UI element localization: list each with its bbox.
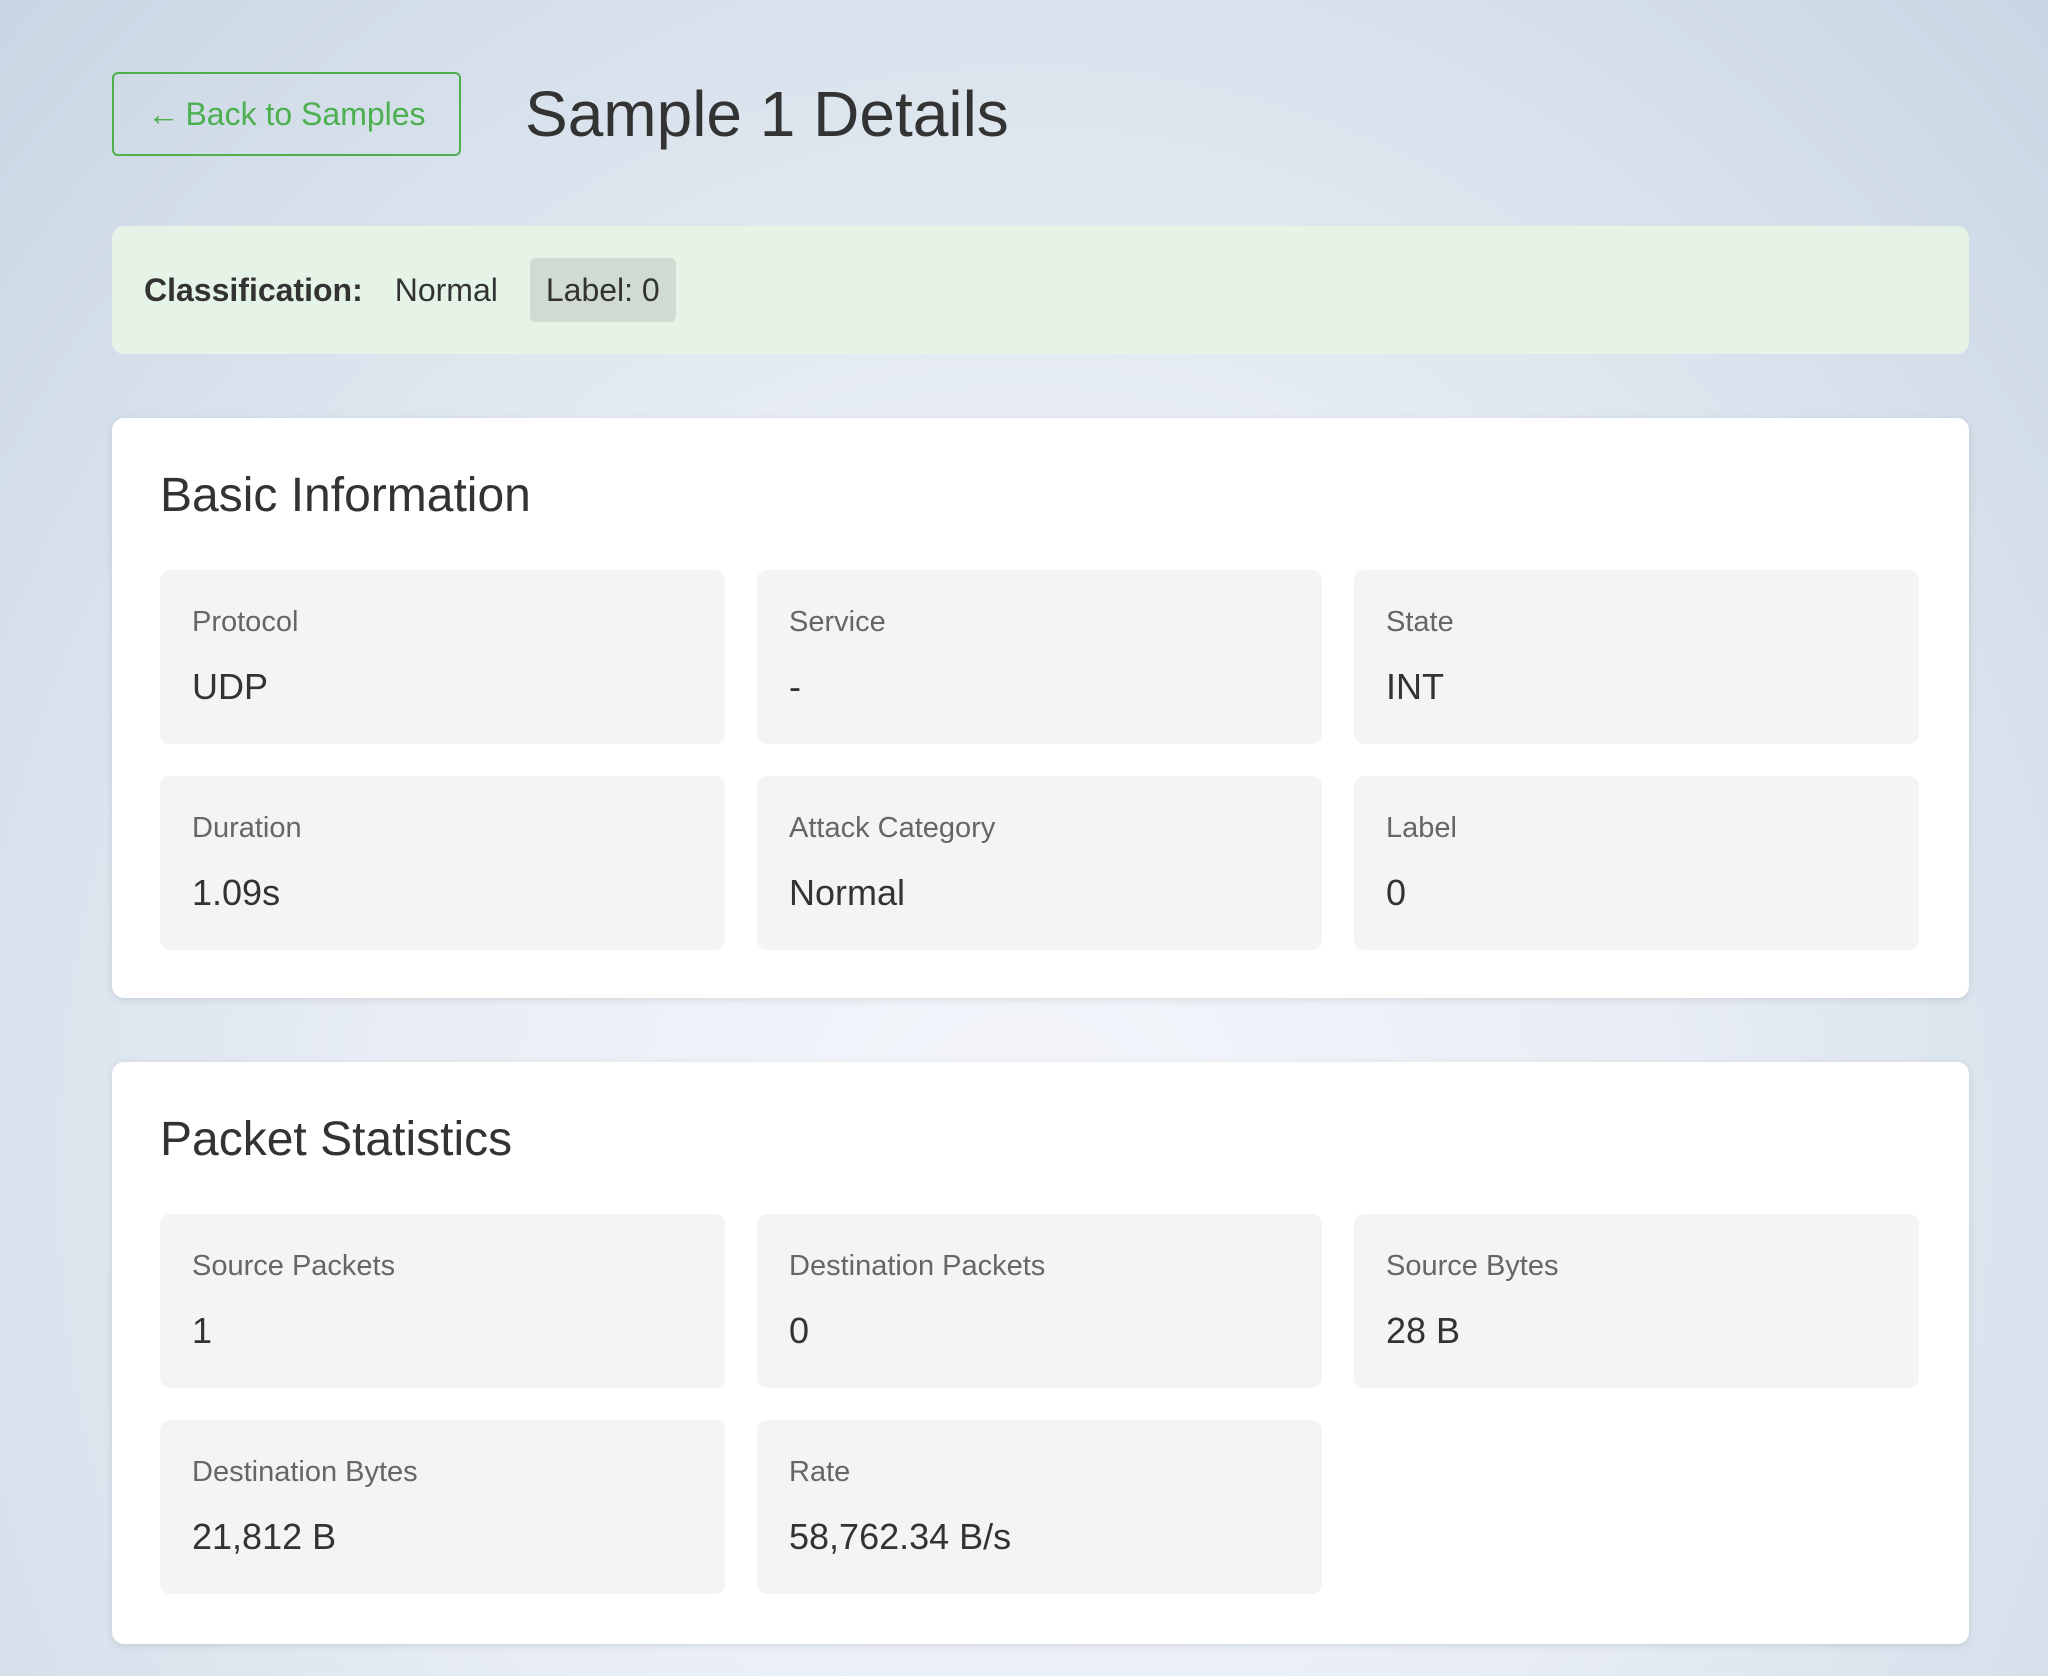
basic-information-grid: Protocol UDP Service - State INT Duratio…	[160, 570, 1921, 950]
field-value: 0	[789, 1310, 810, 1351]
field-label: Label	[1386, 812, 1457, 844]
field-label: Attack Category	[789, 812, 996, 844]
packet-statistics-grid: Source Packets 1 Destination Packets 0 S…	[160, 1214, 1921, 1594]
field-label: State	[1386, 606, 1454, 638]
field-value: -	[789, 666, 801, 707]
packet-statistics-card: Packet Statistics Source Packets 1 Desti…	[112, 1062, 1969, 1644]
field-value: 1	[192, 1310, 213, 1351]
field-label: Duration	[192, 812, 302, 844]
field-destination-bytes: Destination Bytes 21,812 B	[160, 1420, 725, 1594]
field-value: Normal	[789, 872, 906, 913]
arrow-left-icon: ←	[147, 95, 180, 132]
classification-label: Classification:	[144, 271, 363, 308]
page-header: ← Back to Samples Sample 1 Details	[112, 72, 1969, 156]
field-attack-category: Attack Category Normal	[757, 776, 1322, 950]
field-value: UDP	[192, 666, 269, 707]
field-value: 1.09s	[192, 872, 281, 913]
packet-statistics-title: Packet Statistics	[160, 1113, 513, 1166]
field-label: Rate	[789, 1456, 851, 1488]
field-value: 28 B	[1386, 1310, 1461, 1351]
field-rate: Rate 58,762.34 B/s	[757, 1420, 1322, 1594]
field-label: Destination Bytes	[192, 1456, 418, 1488]
field-source-packets: Source Packets 1	[160, 1214, 725, 1388]
label-badge: Label: 0	[529, 258, 676, 322]
field-protocol: Protocol UDP	[160, 570, 725, 744]
classification-value: Normal	[394, 271, 498, 308]
field-label: Source Bytes	[1386, 1250, 1559, 1282]
back-to-samples-button[interactable]: ← Back to Samples	[112, 72, 461, 156]
field-label-value: Label 0	[1354, 776, 1919, 950]
field-service: Service -	[757, 570, 1322, 744]
field-value: 21,812 B	[192, 1516, 337, 1557]
field-value: INT	[1386, 666, 1444, 707]
basic-information-title: Basic Information	[160, 469, 531, 522]
field-duration: Duration 1.09s	[160, 776, 725, 950]
field-label: Protocol	[192, 606, 299, 638]
field-label: Destination Packets	[789, 1250, 1046, 1282]
field-value: 58,762.34 B/s	[789, 1516, 1012, 1557]
field-label: Service	[789, 606, 886, 638]
page-title: Sample 1 Details	[525, 78, 1009, 150]
basic-information-card: Basic Information Protocol UDP Service -…	[112, 418, 1969, 998]
back-button-label: Back to Samples	[185, 95, 426, 132]
field-value: 0	[1386, 872, 1407, 913]
field-source-bytes: Source Bytes 28 B	[1354, 1214, 1919, 1388]
page: ← Back to Samples Sample 1 Details Class…	[112, 72, 1969, 1644]
field-destination-packets: Destination Packets 0	[757, 1214, 1322, 1388]
field-state: State INT	[1354, 570, 1919, 744]
classification-banner: Classification: Normal Label: 0	[112, 226, 1969, 354]
field-label: Source Packets	[192, 1250, 396, 1282]
